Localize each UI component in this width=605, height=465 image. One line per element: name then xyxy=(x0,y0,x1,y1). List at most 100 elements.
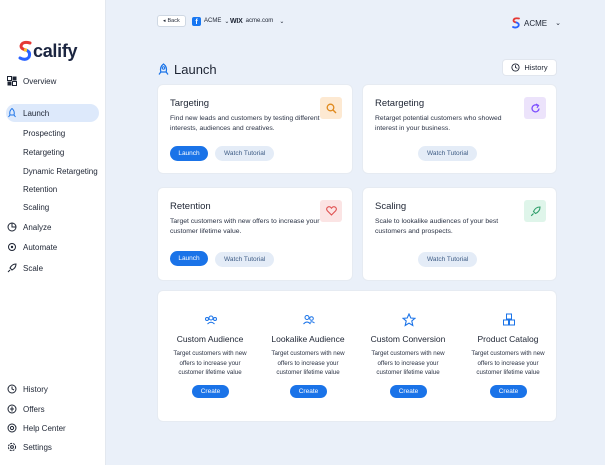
custom-audience-column: Custom Audience Target customers with ne… xyxy=(160,291,260,423)
nav-sub-scaling[interactable]: Scaling xyxy=(23,203,49,212)
nav-overview-label: Overview xyxy=(23,76,57,86)
chevron-down-icon: ⌄ xyxy=(224,18,230,25)
clock-icon xyxy=(7,384,17,394)
nav-automate[interactable]: Automate xyxy=(6,238,99,256)
nav-overview[interactable]: Overview xyxy=(6,72,99,90)
nav-sub-dynamic-retargeting[interactable]: Dynamic Retargeting xyxy=(23,167,98,176)
custom-conversion-desc: Target customers with new offers to incr… xyxy=(371,350,445,376)
product-catalog-title: Product Catalog xyxy=(477,334,539,344)
rocket-icon xyxy=(158,63,169,75)
history-button-label: History xyxy=(524,63,548,72)
nav-settings-label: Settings xyxy=(23,442,52,452)
custom-conversion-column: Custom Conversion Target customers with … xyxy=(358,291,458,423)
wix-account-name: acme.com xyxy=(245,18,274,24)
facebook-account-name: ACME xyxy=(204,18,222,24)
nav-offers[interactable]: Offers xyxy=(6,400,99,418)
grid-icon xyxy=(7,76,17,86)
nav-analyze-label: Analyze xyxy=(23,222,52,232)
brand-s-icon xyxy=(512,17,520,29)
custom-audience-title: Custom Audience xyxy=(176,334,244,344)
product-catalog-column: Product Catalog Target customers with ne… xyxy=(458,291,558,423)
retention-card: Retention Target customers with new offe… xyxy=(157,187,353,281)
analyze-icon xyxy=(7,222,17,232)
offers-icon xyxy=(7,404,17,414)
retention-watch-tutorial-button[interactable]: Watch Tutorial xyxy=(215,252,275,267)
facebook-account-select[interactable]: f ACME ⌄ xyxy=(192,15,229,27)
retention-desc: Target customers with new offers to incr… xyxy=(170,218,320,235)
scaling-title: Scaling xyxy=(375,201,407,212)
nav-offers-label: Offers xyxy=(23,404,45,414)
brand-select-label: ACME xyxy=(524,18,548,28)
product-catalog-desc: Target customers with new offers to incr… xyxy=(471,350,545,376)
brand-select[interactable]: ACME ⌄ xyxy=(512,17,561,29)
nav-sub-retention[interactable]: Retention xyxy=(23,185,57,194)
lookalike-audience-desc: Target customers with new offers to incr… xyxy=(271,350,345,376)
retention-title: Retention xyxy=(170,201,211,212)
refresh-icon xyxy=(524,97,546,119)
chevron-down-icon: ⌄ xyxy=(279,18,285,25)
scaling-watch-tutorial-button[interactable]: Watch Tutorial xyxy=(418,252,478,267)
custom-audience-desc: Target customers with new offers to incr… xyxy=(173,350,247,376)
nav-launch-label: Launch xyxy=(23,108,50,118)
boxes-icon xyxy=(503,313,515,326)
scaling-desc: Scale to lookalike audiences of your bes… xyxy=(375,218,499,235)
targeting-launch-button[interactable]: Launch xyxy=(170,146,208,161)
retargeting-title: Retargeting xyxy=(375,98,425,109)
chevron-down-icon: ⌄ xyxy=(555,20,561,27)
create-assets-card: Custom Audience Target customers with ne… xyxy=(157,290,557,422)
custom-conversion-title: Custom Conversion xyxy=(370,334,446,344)
facebook-icon: f xyxy=(192,16,201,26)
nav-help-label: Help Center xyxy=(23,423,66,433)
scalify-logo[interactable]: calify xyxy=(18,40,78,62)
automate-icon xyxy=(7,242,17,252)
lookalike-audience-column: Lookalike Audience Target customers with… xyxy=(258,291,358,423)
rocket-icon xyxy=(524,200,546,222)
help-icon xyxy=(7,423,17,433)
retargeting-desc: Retarget potential customers who showed … xyxy=(375,115,502,132)
lookalike-audience-create-button[interactable]: Create xyxy=(290,385,327,398)
logo-s-icon xyxy=(18,40,32,61)
scaling-card: Scaling Scale to lookalike audiences of … xyxy=(362,187,557,281)
nav-sub-prospecting[interactable]: Prospecting xyxy=(23,129,65,138)
sidebar: calify Overview Launch Prospecting Retar… xyxy=(0,0,106,465)
nav-automate-label: Automate xyxy=(23,242,58,252)
retargeting-watch-tutorial-button[interactable]: Watch Tutorial xyxy=(418,146,478,161)
heart-icon xyxy=(320,200,342,222)
gear-icon xyxy=(7,442,17,452)
nav-scale-label: Scale xyxy=(23,263,44,273)
star-icon xyxy=(402,313,416,327)
lookalike-audience-title: Lookalike Audience xyxy=(271,334,345,344)
scale-rocket-icon xyxy=(7,263,17,273)
wix-logo: WIX xyxy=(230,17,243,25)
nav-history-label: History xyxy=(23,384,48,394)
retargeting-card: Retargeting Retarget potential customers… xyxy=(362,84,557,174)
back-arrow-icon: ◂ xyxy=(163,18,166,24)
custom-audience-create-button[interactable]: Create xyxy=(192,385,229,398)
nav-history[interactable]: History xyxy=(6,380,99,398)
targeting-title: Targeting xyxy=(170,98,210,109)
nav-analyze[interactable]: Analyze xyxy=(6,218,99,236)
targeting-card: Targeting Find new leads and customers b… xyxy=(157,84,353,174)
wix-account-select[interactable]: WIX acme.com ⌄ xyxy=(230,15,284,27)
clock-icon xyxy=(511,63,520,72)
nav-launch[interactable]: Launch xyxy=(6,104,99,122)
targeting-watch-tutorial-button[interactable]: Watch Tutorial xyxy=(215,146,275,161)
targeting-desc: Find new leads and customers by testing … xyxy=(170,115,320,132)
nav-sub-retargeting[interactable]: Retargeting xyxy=(23,148,64,157)
nav-settings[interactable]: Settings xyxy=(6,438,99,456)
page-title: Launch xyxy=(157,62,217,77)
rocket-icon xyxy=(7,108,17,118)
back-label: Back xyxy=(167,18,180,24)
product-catalog-create-button[interactable]: Create xyxy=(490,385,527,398)
user-pair-icon xyxy=(303,315,315,325)
search-icon xyxy=(320,97,342,119)
people-icon xyxy=(205,315,217,325)
brand-name: calify xyxy=(33,40,78,61)
nav-scale[interactable]: Scale xyxy=(6,259,99,277)
custom-conversion-create-button[interactable]: Create xyxy=(390,385,427,398)
history-button[interactable]: History xyxy=(502,59,557,76)
retention-launch-button[interactable]: Launch xyxy=(170,251,208,266)
nav-help-center[interactable]: Help Center xyxy=(6,419,99,437)
back-button[interactable]: ◂ Back xyxy=(157,15,186,27)
page-title-text: Launch xyxy=(174,62,217,77)
